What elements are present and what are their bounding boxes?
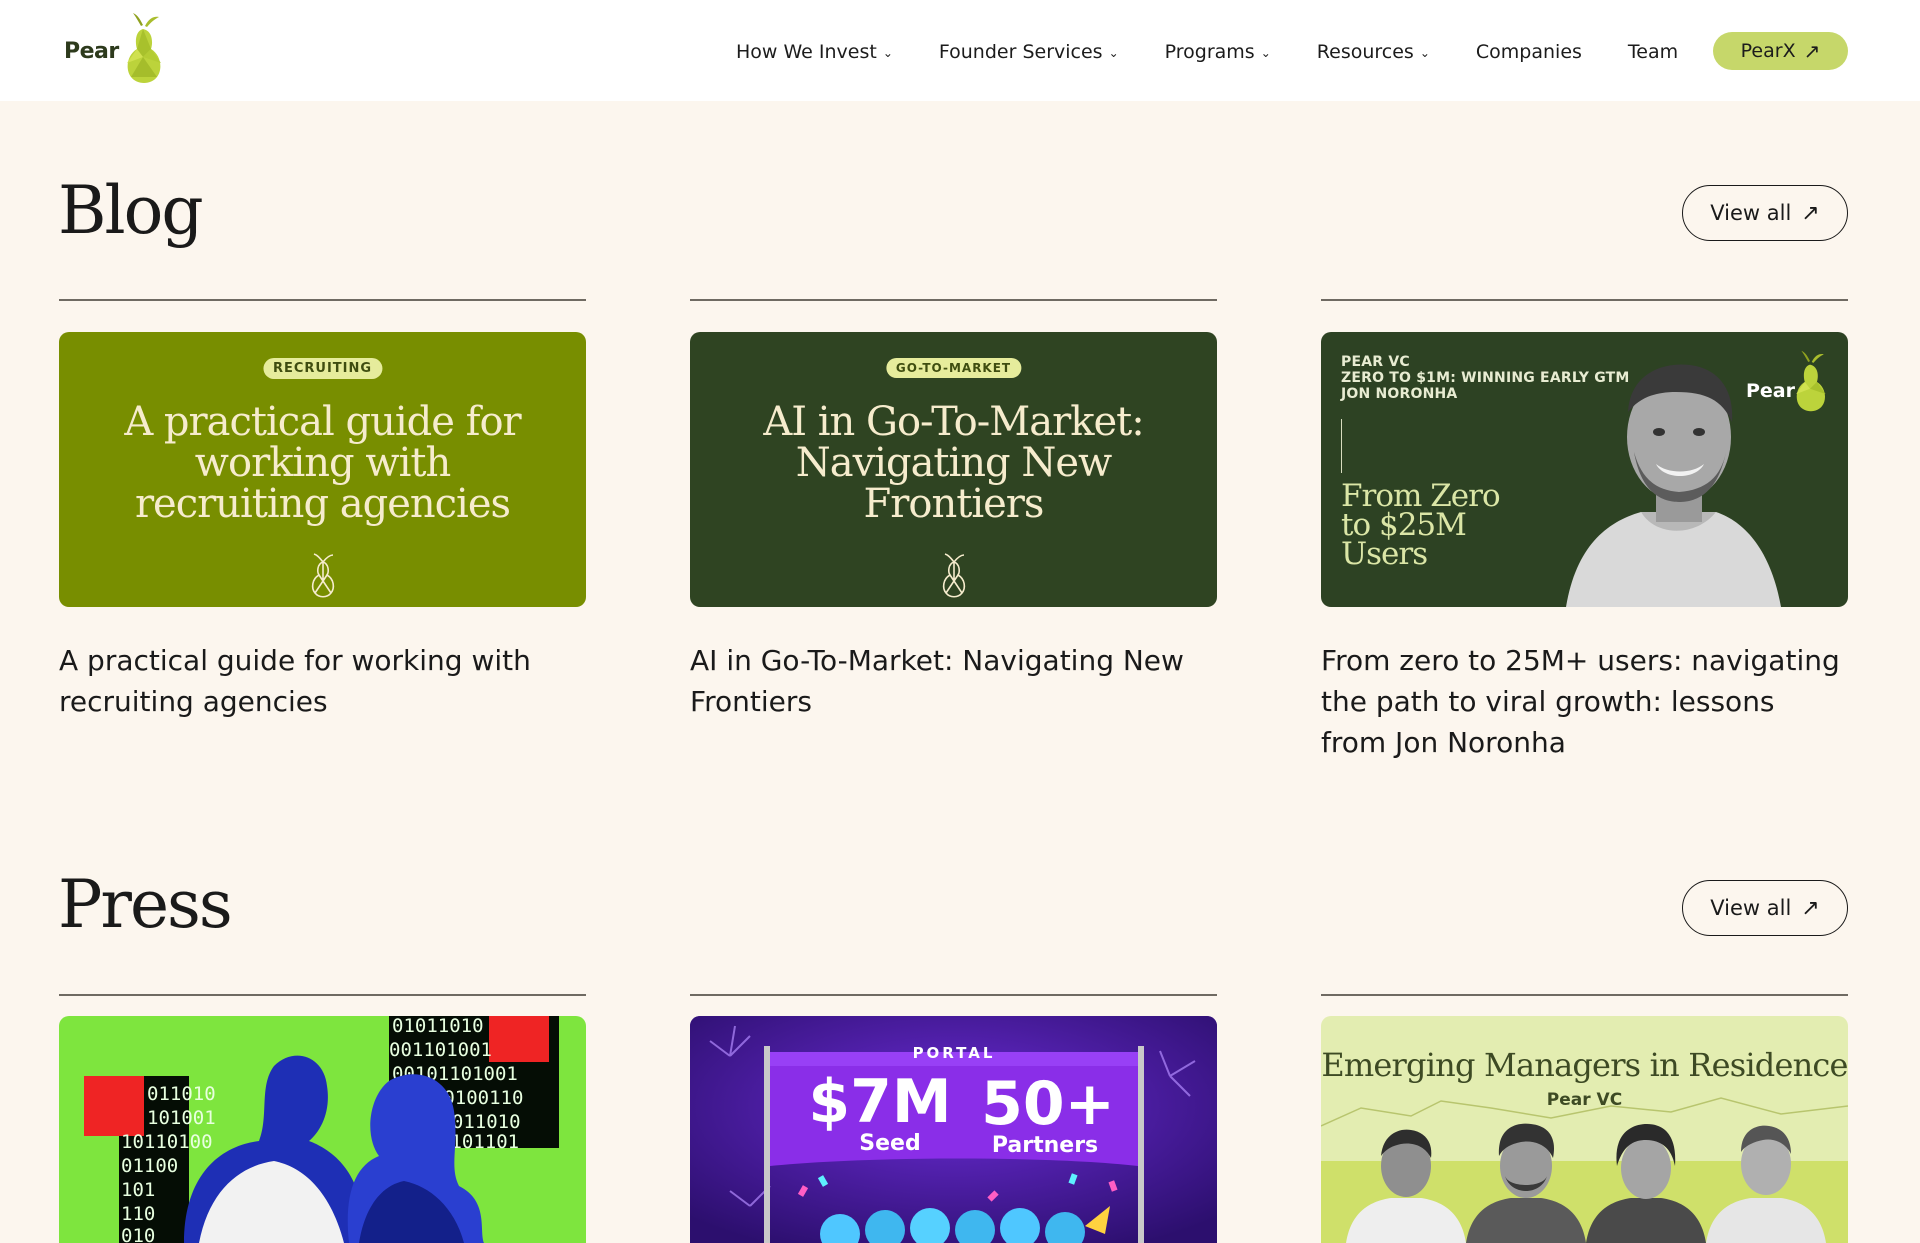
nav-item-companies[interactable]: Companies xyxy=(1476,41,1582,63)
divider xyxy=(1321,299,1848,301)
divider xyxy=(59,994,586,996)
top-navigation: Pear How We Invest ⌄ Founder Services ⌄ … xyxy=(0,0,1920,101)
episode-big-text: From Zero to $25M Users xyxy=(1341,481,1501,572)
nav-item-programs[interactable]: Programs ⌄ xyxy=(1165,41,1271,63)
press-illustration: 01011010 001101001 00101101001 001010011… xyxy=(84,1016,559,1243)
divider xyxy=(690,994,1217,996)
big-text-line: Users xyxy=(1341,536,1428,572)
pear-brand-text: Pear xyxy=(1746,380,1796,402)
divider xyxy=(59,299,586,301)
blog-card-title[interactable]: A practical guide for working with recru… xyxy=(59,640,586,722)
nav-item-label: Companies xyxy=(1475,41,1582,63)
view-all-label: View all xyxy=(1710,201,1792,225)
pear-icon xyxy=(126,13,161,83)
nav-item-label: Programs xyxy=(1164,41,1255,63)
blog-card-recruiting[interactable]: RECRUITING A practical guide for working… xyxy=(59,332,586,607)
divider xyxy=(1341,419,1342,473)
press-illustration: PORTAL $7M Seed 50+ Partners xyxy=(690,1016,1217,1243)
binary-text: 011010 xyxy=(147,1083,216,1105)
press-section-title: Press xyxy=(58,866,233,943)
chevron-down-icon: ⌄ xyxy=(882,46,893,60)
chevron-down-icon: ⌄ xyxy=(1419,46,1430,60)
binary-text: 010 xyxy=(121,1225,155,1243)
card-image-headline: AI in Go-To-Market: Navigating New Front… xyxy=(763,399,1144,527)
nav-item-team[interactable]: Team xyxy=(1628,41,1678,63)
people-photos xyxy=(1321,1097,1848,1243)
external-arrow-icon: ↗ xyxy=(1801,895,1820,921)
view-all-label: View all xyxy=(1710,896,1792,920)
press-card-portal[interactable]: PORTAL $7M Seed 50+ Partners xyxy=(690,1016,1217,1243)
pear-outline-icon xyxy=(311,553,334,598)
partners-count: 50+ xyxy=(981,1069,1115,1139)
pear-outline-icon xyxy=(942,553,965,598)
binary-text: 001101001 xyxy=(389,1039,492,1061)
logo-text: Pear xyxy=(64,38,119,64)
nav-item-label: Founder Services xyxy=(938,41,1103,63)
pearx-button[interactable]: PearX ↗ xyxy=(1713,32,1848,70)
nav-item-founder-services[interactable]: Founder Services ⌄ xyxy=(939,41,1119,63)
nav-item-resources[interactable]: Resources ⌄ xyxy=(1317,41,1430,63)
pearx-label: PearX xyxy=(1740,40,1796,62)
binary-text: 101 xyxy=(121,1179,155,1201)
nav-item-label: Team xyxy=(1627,41,1679,63)
seed-amount: $7M xyxy=(808,1067,951,1137)
press-card-ai-people[interactable]: 01011010 001101001 00101101001 001010011… xyxy=(59,1016,586,1243)
binary-text: 110 xyxy=(121,1203,155,1225)
partners-label: Partners xyxy=(992,1133,1098,1158)
external-arrow-icon: ↗ xyxy=(1801,200,1820,226)
nav-item-how-we-invest[interactable]: How We Invest ⌄ xyxy=(736,41,893,63)
nav-menu: How We Invest ⌄ Founder Services ⌄ Progr… xyxy=(736,28,1678,76)
divider xyxy=(690,299,1217,301)
chevron-down-icon: ⌄ xyxy=(1108,46,1119,60)
pear-icon xyxy=(1796,350,1826,412)
nav-item-label: Resources xyxy=(1316,41,1414,63)
press-card-emerging-managers[interactable]: Emerging Managers in Residence Pear VC xyxy=(1321,1016,1848,1243)
category-tag: GO-TO-MARKET xyxy=(885,358,1022,378)
chevron-down-icon: ⌄ xyxy=(1260,46,1271,60)
blog-card-jon-noronha[interactable]: PEAR VC ZERO TO $1M: WINNING EARLY GTM J… xyxy=(1321,332,1848,607)
blog-card-go-to-market[interactable]: GO-TO-MARKET AI in Go-To-Market: Navigat… xyxy=(690,332,1217,607)
blog-view-all-button[interactable]: View all ↗ xyxy=(1682,185,1848,241)
external-arrow-icon: ↗ xyxy=(1803,39,1821,63)
card-image-headline: A practical guide for working with recru… xyxy=(124,399,521,527)
divider xyxy=(1321,994,1848,996)
binary-text: 10110100 xyxy=(121,1131,213,1153)
category-tag: RECRUITING xyxy=(262,358,383,379)
binary-text: 01011010 xyxy=(392,1016,484,1037)
nav-item-label: How We Invest xyxy=(736,41,877,63)
blog-card-title[interactable]: AI in Go-To-Market: Navigating New Front… xyxy=(690,640,1217,722)
blog-card-title[interactable]: From zero to 25M+ users: navigating the … xyxy=(1321,640,1848,763)
portal-brand: PORTAL xyxy=(913,1044,996,1062)
pear-logo[interactable]: Pear xyxy=(64,12,165,90)
seed-label: Seed xyxy=(859,1131,920,1156)
binary-text: 101001 xyxy=(147,1107,216,1129)
press-view-all-button[interactable]: View all ↗ xyxy=(1682,880,1848,936)
blog-section-title: Blog xyxy=(58,172,204,249)
binary-text: 01100 xyxy=(121,1155,178,1177)
